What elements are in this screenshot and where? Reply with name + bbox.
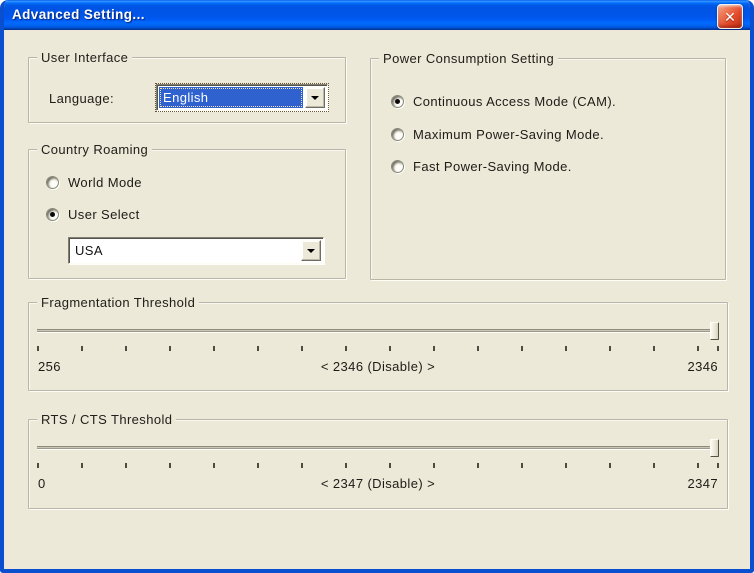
tick-mark — [345, 463, 348, 468]
tick-mark — [345, 346, 348, 351]
tick-mark — [213, 346, 216, 351]
tick-mark — [433, 346, 436, 351]
tick-mark — [169, 463, 172, 468]
tick-mark — [565, 346, 568, 351]
radio-option-max-power-saving[interactable]: Maximum Power-Saving Mode. — [391, 127, 604, 142]
radio-button-cam[interactable] — [391, 95, 404, 108]
group-country-roaming: Country Roaming World Mode User Select U… — [28, 142, 346, 279]
group-country-roaming-legend: Country Roaming — [37, 142, 153, 157]
tick-mark — [257, 463, 260, 468]
rts-cts-value-label: < 2347 (Disable) > — [320, 476, 436, 491]
tick-mark — [716, 346, 719, 351]
dropdown-arrow-icon — [311, 95, 319, 100]
titlebar: Advanced Setting... ✕ — [4, 0, 750, 30]
radio-label-max-power-saving[interactable]: Maximum Power-Saving Mode. — [413, 127, 604, 142]
tick-mark — [37, 463, 39, 468]
tick-mark — [37, 346, 39, 351]
dropdown-arrow-icon — [307, 248, 315, 253]
tick-mark — [565, 463, 568, 468]
fragmentation-max-label: 2346 — [687, 359, 718, 374]
tick-mark — [653, 346, 656, 351]
country-combobox[interactable]: USA — [68, 237, 324, 264]
fragmentation-value-label: < 2346 (Disable) > — [320, 359, 436, 374]
rts-cts-slider-ticks — [37, 463, 719, 468]
tick-mark — [521, 463, 524, 468]
tick-mark — [697, 346, 700, 351]
radio-option-cam[interactable]: Continuous Access Mode (CAM). — [391, 94, 616, 109]
tick-mark — [169, 346, 172, 351]
radio-button-user-select[interactable] — [46, 208, 59, 221]
fragmentation-slider-track[interactable] — [37, 329, 719, 332]
radio-label-cam[interactable]: Continuous Access Mode (CAM). — [413, 94, 616, 109]
rts-cts-slider-thumb[interactable] — [710, 439, 720, 457]
window-title: Advanced Setting... — [12, 7, 145, 22]
tick-mark — [477, 463, 480, 468]
radio-option-world-mode[interactable]: World Mode — [46, 175, 142, 190]
tick-mark — [301, 463, 304, 468]
radio-label-world-mode[interactable]: World Mode — [68, 175, 142, 190]
tick-mark — [301, 346, 304, 351]
language-combobox-value: English — [159, 87, 303, 108]
dialog-client-area: User Interface Language: English Country… — [4, 30, 750, 569]
radio-option-user-select[interactable]: User Select — [46, 207, 140, 222]
radio-option-fast-power-saving[interactable]: Fast Power-Saving Mode. — [391, 159, 572, 174]
radio-button-world-mode[interactable] — [46, 176, 59, 189]
country-combobox-value: USA — [71, 240, 299, 261]
group-rts-cts-threshold: RTS / CTS Threshold 0 < 2347 (Disable) >… — [28, 412, 728, 509]
tick-mark — [521, 346, 524, 351]
tick-mark — [716, 463, 719, 468]
tick-mark — [697, 463, 700, 468]
close-icon: ✕ — [724, 8, 736, 25]
group-fragmentation-threshold: Fragmentation Threshold 256 < 2346 (Disa… — [28, 295, 728, 391]
country-dropdown-button[interactable] — [301, 240, 321, 261]
group-fragmentation-legend: Fragmentation Threshold — [37, 295, 200, 310]
tick-mark — [477, 346, 480, 351]
tick-mark — [389, 346, 392, 351]
tick-mark — [125, 346, 128, 351]
fragmentation-slider-thumb[interactable] — [710, 322, 720, 340]
tick-mark — [81, 463, 83, 468]
radio-label-user-select[interactable]: User Select — [68, 207, 140, 222]
rts-cts-slider-track[interactable] — [37, 446, 719, 449]
tick-mark — [125, 463, 128, 468]
language-combobox[interactable]: English — [155, 83, 329, 112]
tick-mark — [609, 463, 612, 468]
language-dropdown-button[interactable] — [305, 87, 325, 108]
group-user-interface: User Interface Language: English — [28, 50, 346, 123]
advanced-setting-dialog: Advanced Setting... ✕ User Interface Lan… — [0, 0, 754, 573]
tick-mark — [653, 463, 656, 468]
tick-mark — [257, 346, 260, 351]
close-button[interactable]: ✕ — [717, 4, 743, 29]
group-rts-cts-legend: RTS / CTS Threshold — [37, 412, 177, 427]
group-power-consumption-legend: Power Consumption Setting — [379, 51, 559, 66]
tick-mark — [433, 463, 436, 468]
tick-mark — [213, 463, 216, 468]
group-power-consumption: Power Consumption Setting Continuous Acc… — [370, 51, 726, 280]
radio-button-fast-power-saving[interactable] — [391, 160, 404, 173]
rts-cts-max-label: 2347 — [687, 476, 718, 491]
fragmentation-slider-ticks — [37, 346, 719, 351]
group-user-interface-legend: User Interface — [37, 50, 133, 65]
language-label: Language: — [49, 91, 115, 106]
tick-mark — [81, 346, 83, 351]
radio-label-fast-power-saving[interactable]: Fast Power-Saving Mode. — [413, 159, 572, 174]
radio-button-max-power-saving[interactable] — [391, 128, 404, 141]
tick-mark — [389, 463, 392, 468]
tick-mark — [609, 346, 612, 351]
